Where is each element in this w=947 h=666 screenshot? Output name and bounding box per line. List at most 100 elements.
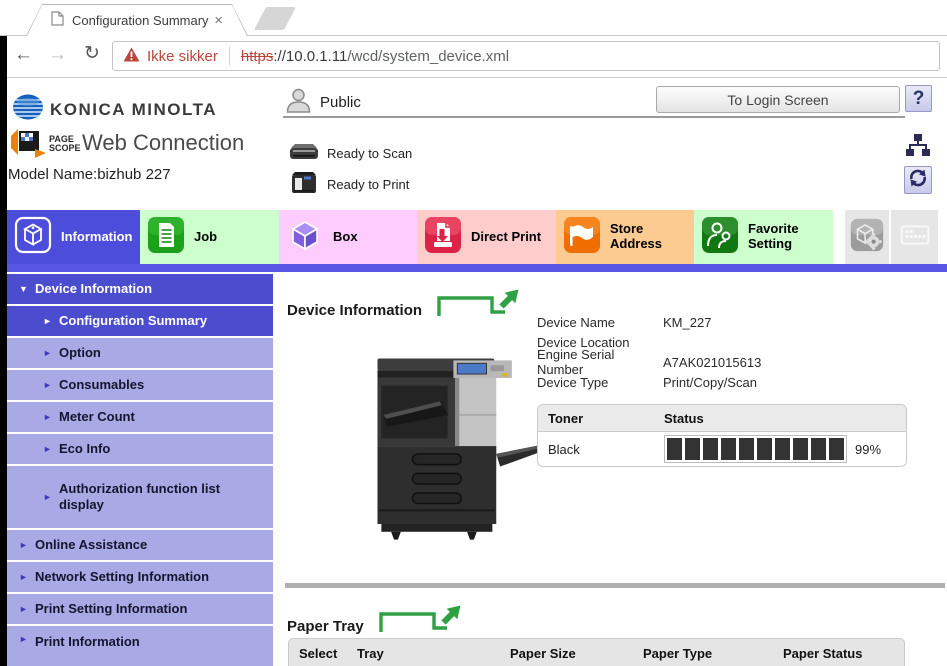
field-value: KM_227 bbox=[663, 315, 711, 330]
printer-icon bbox=[290, 168, 318, 200]
sidebar-item-device-information[interactable]: ▼ Device Information bbox=[7, 274, 273, 304]
favorite-setting-icon bbox=[700, 215, 740, 260]
sidebar-item-authorization-function-list[interactable]: ► Authorization function list display bbox=[7, 466, 273, 528]
sidebar: ▼ Device Information ► Configuration Sum… bbox=[7, 272, 273, 666]
information-icon bbox=[13, 215, 53, 260]
toner-table: Toner Status Black 99% bbox=[537, 404, 907, 467]
forward-icon[interactable]: → bbox=[48, 45, 67, 64]
active-tab-bar bbox=[0, 264, 947, 272]
tab-store-address[interactable]: Store Address bbox=[556, 210, 694, 264]
tab-counter[interactable] bbox=[891, 210, 938, 264]
header-underline bbox=[283, 116, 905, 118]
store-address-icon bbox=[562, 215, 602, 260]
jump-top-icon[interactable] bbox=[376, 602, 466, 639]
reload-icon[interactable]: ↻ bbox=[84, 44, 100, 63]
toolbar-border bbox=[0, 77, 947, 78]
sidebar-item-online-assistance[interactable]: ► Online Assistance bbox=[7, 530, 273, 560]
box-icon bbox=[285, 215, 325, 260]
field-row: Engine Serial Number A7AK021015613 bbox=[537, 352, 761, 372]
sidebar-item-print-information[interactable]: ► Print Information bbox=[7, 626, 273, 666]
tab-label: Information bbox=[61, 230, 133, 245]
scanner-icon bbox=[288, 139, 320, 167]
refresh-button[interactable] bbox=[904, 166, 932, 194]
toner-percent: 99% bbox=[855, 442, 881, 457]
triangle-right-icon: ► bbox=[19, 604, 35, 614]
address-bar[interactable]: Ikke sikker https ://10.0.1.11 /wcd/syst… bbox=[112, 41, 940, 71]
model-name: Model Name:bizhub 227 bbox=[8, 166, 171, 183]
sidebar-item-option[interactable]: ► Option bbox=[7, 338, 273, 368]
sidebar-item-configuration-summary[interactable]: ► Configuration Summary bbox=[7, 306, 273, 336]
nav-tabbar: Information Job bbox=[0, 210, 947, 264]
toner-name: Black bbox=[538, 442, 664, 457]
section-title: Device Information bbox=[287, 302, 422, 319]
tab-job[interactable]: Job bbox=[140, 210, 279, 264]
print-status: Ready to Print bbox=[327, 177, 409, 192]
paper-tray-section-header: Paper Tray bbox=[287, 602, 466, 635]
system-settings-icon bbox=[848, 216, 886, 259]
sidebar-item-eco-info[interactable]: ► Eco Info bbox=[7, 434, 273, 464]
triangle-right-icon: ► bbox=[19, 540, 35, 550]
browser-tabstrip: Configuration Summary × bbox=[0, 0, 947, 36]
browser-tab[interactable]: Configuration Summary × bbox=[26, 4, 248, 36]
tab-information[interactable]: Information bbox=[7, 210, 140, 264]
device-information-section-header: Device Information bbox=[287, 286, 524, 319]
triangle-right-icon: ► bbox=[43, 492, 59, 502]
tab-title: Configuration Summary bbox=[72, 13, 209, 28]
triangle-right-icon: ► bbox=[19, 634, 35, 644]
section-divider bbox=[285, 583, 945, 588]
direct-print-icon bbox=[423, 215, 463, 260]
konica-globe-icon bbox=[12, 93, 44, 126]
field-value: Print/Copy/Scan bbox=[663, 375, 757, 390]
sidebar-item-print-setting-information[interactable]: ► Print Setting Information bbox=[7, 594, 273, 624]
login-button[interactable]: To Login Screen bbox=[656, 86, 900, 113]
refresh-icon bbox=[908, 168, 928, 193]
jump-top-icon[interactable] bbox=[434, 286, 524, 323]
field-row: Device Name KM_227 bbox=[537, 312, 761, 332]
tab-system-settings[interactable] bbox=[845, 210, 889, 264]
job-icon bbox=[146, 215, 186, 260]
tab-direct-print[interactable]: Direct Print bbox=[417, 210, 556, 264]
triangle-right-icon: ► bbox=[19, 572, 35, 582]
help-button[interactable]: ? bbox=[905, 85, 932, 112]
pagescope-wordmark: PAGESCOPE bbox=[49, 135, 81, 153]
tab-label: Favorite Setting bbox=[748, 222, 828, 252]
product-name: Web Connection bbox=[82, 130, 244, 156]
counter-icon bbox=[896, 216, 934, 259]
toner-gauge-blocks bbox=[664, 435, 847, 463]
back-icon[interactable]: ← bbox=[14, 45, 33, 64]
printer-image bbox=[358, 352, 543, 553]
toner-row-black: Black 99% bbox=[538, 432, 906, 466]
new-tab-button[interactable] bbox=[254, 7, 296, 30]
security-warning: Ikke sikker bbox=[147, 48, 218, 65]
tab-label: Store Address bbox=[610, 222, 690, 252]
tab-label: Box bbox=[333, 230, 358, 245]
tab-box[interactable]: Box bbox=[279, 210, 417, 264]
brand-name: KONICA MINOLTA bbox=[50, 100, 217, 120]
triangle-down-icon: ▼ bbox=[19, 284, 35, 294]
section-title: Paper Tray bbox=[287, 618, 364, 635]
scan-status: Ready to Scan bbox=[327, 146, 412, 161]
url-separator bbox=[229, 47, 230, 65]
sidebar-item-consumables[interactable]: ► Consumables bbox=[7, 370, 273, 400]
current-user: Public bbox=[320, 94, 361, 111]
help-icon: ? bbox=[913, 88, 925, 110]
triangle-right-icon: ► bbox=[43, 316, 59, 326]
page-icon bbox=[51, 11, 64, 31]
paper-tray-table-header: Select Tray Paper Size Paper Type Paper … bbox=[288, 638, 905, 666]
sidebar-item-network-setting-information[interactable]: ► Network Setting Information bbox=[7, 562, 273, 592]
pagescope-icon bbox=[8, 127, 48, 166]
toner-table-header: Toner Status bbox=[538, 405, 906, 432]
user-icon bbox=[285, 87, 312, 119]
warning-icon bbox=[123, 47, 140, 66]
tab-favorite-setting[interactable]: Favorite Setting bbox=[694, 210, 833, 264]
triangle-right-icon: ► bbox=[43, 444, 59, 454]
triangle-right-icon: ► bbox=[43, 380, 59, 390]
close-icon[interactable]: × bbox=[214, 13, 223, 28]
sidebar-item-meter-count[interactable]: ► Meter Count bbox=[7, 402, 273, 432]
network-icon[interactable] bbox=[905, 133, 931, 164]
url-path: /wcd/system_device.xml bbox=[347, 48, 509, 65]
window-edge bbox=[0, 36, 7, 666]
field-row: Device Type Print/Copy/Scan bbox=[537, 372, 761, 392]
triangle-right-icon: ► bbox=[43, 412, 59, 422]
url-scheme: https bbox=[241, 48, 274, 65]
